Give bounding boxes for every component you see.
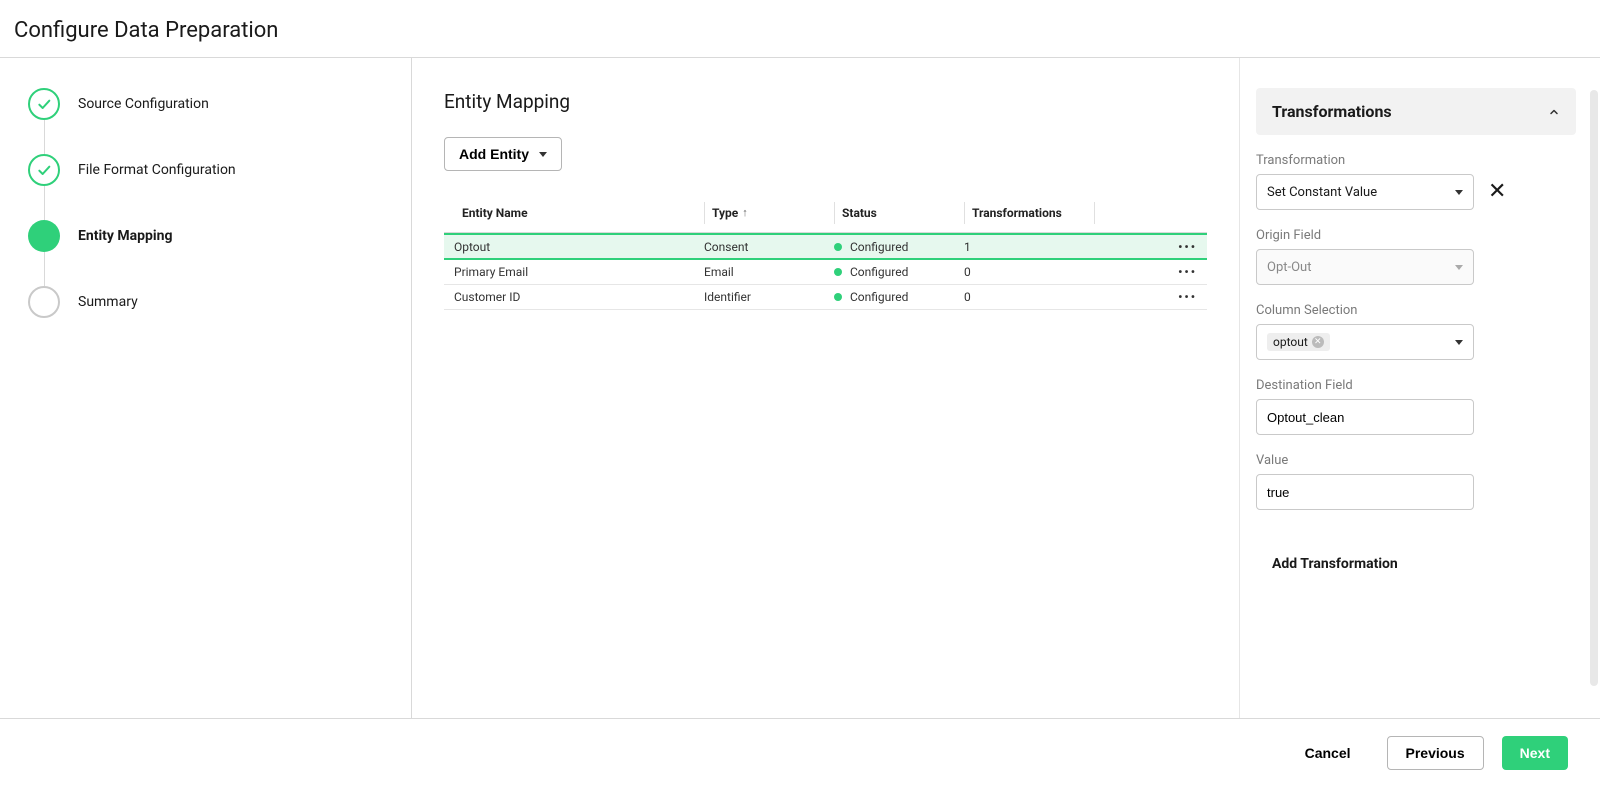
column-chip-label: optout xyxy=(1273,335,1308,349)
cell-status: Configured xyxy=(834,290,964,304)
value-label: Value xyxy=(1256,453,1576,468)
cell-type: Identifier xyxy=(704,290,834,304)
current-step-icon xyxy=(28,220,60,252)
table-row[interactable]: Customer ID Identifier Configured 0 ••• xyxy=(444,285,1207,310)
origin-field-value: Opt-Out xyxy=(1267,260,1311,275)
cell-status: Configured xyxy=(834,240,964,254)
col-type-label: Type xyxy=(712,206,738,220)
column-selection-input[interactable]: optout ✕ xyxy=(1256,324,1474,360)
previous-button[interactable]: Previous xyxy=(1387,736,1484,770)
col-type[interactable]: Type ↑ xyxy=(704,206,834,220)
transformations-panel: Transformations Transformation Set Const… xyxy=(1240,58,1600,718)
value-text[interactable] xyxy=(1267,485,1463,500)
sort-asc-icon: ↑ xyxy=(742,206,748,219)
wizard-step-label: Entity Mapping xyxy=(78,228,172,244)
transformation-select[interactable]: Set Constant Value xyxy=(1256,174,1474,210)
pending-step-icon xyxy=(28,286,60,318)
cell-entity-name: Primary Email xyxy=(454,265,704,279)
cell-type: Email xyxy=(704,265,834,279)
cell-entity-name: Optout xyxy=(454,240,704,254)
status-dot-icon xyxy=(834,268,842,276)
wizard-step-format[interactable]: File Format Configuration xyxy=(28,154,383,186)
cell-entity-name: Customer ID xyxy=(454,290,704,304)
wizard-step-label: Summary xyxy=(78,294,138,310)
caret-down-icon xyxy=(539,152,547,157)
cancel-button[interactable]: Cancel xyxy=(1287,736,1369,770)
wizard-step-label: File Format Configuration xyxy=(78,162,236,178)
check-icon xyxy=(28,154,60,186)
value-input[interactable] xyxy=(1256,474,1474,510)
status-dot-icon xyxy=(834,293,842,301)
transformation-label: Transformation xyxy=(1256,153,1576,168)
cell-type: Consent xyxy=(704,240,834,254)
entity-table: Entity Name Type ↑ Status Transformation… xyxy=(444,193,1207,310)
wizard-step-source[interactable]: Source Configuration xyxy=(28,88,383,120)
chevron-up-icon xyxy=(1548,106,1560,118)
col-status[interactable]: Status xyxy=(834,206,964,220)
row-actions-menu-icon[interactable]: ••• xyxy=(1178,240,1197,254)
origin-field-select[interactable]: Opt-Out xyxy=(1256,249,1474,285)
next-button[interactable]: Next xyxy=(1502,736,1568,770)
main-content: Entity Mapping Add Entity Entity Name Ty… xyxy=(412,58,1240,718)
wizard-connector xyxy=(44,120,45,154)
wizard-step-mapping[interactable]: Entity Mapping xyxy=(28,220,383,252)
cell-transformations: 0 xyxy=(964,265,1094,279)
destination-field-text[interactable] xyxy=(1267,410,1463,425)
main-title: Entity Mapping xyxy=(444,90,1207,113)
check-icon xyxy=(28,88,60,120)
col-entity-name[interactable]: Entity Name xyxy=(454,206,704,220)
wizard-step-label: Source Configuration xyxy=(78,96,209,112)
table-row[interactable]: Optout Consent Configured 1 ••• xyxy=(444,233,1207,260)
caret-down-icon xyxy=(1455,190,1463,195)
status-dot-icon xyxy=(834,243,842,251)
panel-title: Transformations xyxy=(1272,102,1392,121)
page-title: Configure Data Preparation xyxy=(0,0,1600,58)
col-transformations[interactable]: Transformations xyxy=(964,206,1094,220)
row-actions-menu-icon[interactable]: ••• xyxy=(1178,290,1197,304)
scrollbar[interactable] xyxy=(1590,90,1598,686)
cell-transformations: 1 xyxy=(964,240,1094,254)
caret-down-icon xyxy=(1455,340,1463,345)
wizard-connector xyxy=(44,252,45,286)
wizard-sidebar: Source Configuration File Format Configu… xyxy=(0,58,412,718)
column-selection-label: Column Selection xyxy=(1256,303,1576,318)
transformation-value: Set Constant Value xyxy=(1267,185,1377,200)
footer: Cancel Previous Next xyxy=(0,718,1600,786)
origin-field-label: Origin Field xyxy=(1256,228,1576,243)
row-actions-menu-icon[interactable]: ••• xyxy=(1178,265,1197,279)
caret-down-icon xyxy=(1455,265,1463,270)
cell-transformations: 0 xyxy=(964,290,1094,304)
table-header: Entity Name Type ↑ Status Transformation… xyxy=(444,193,1207,233)
transformations-panel-header[interactable]: Transformations xyxy=(1256,88,1576,135)
column-chip[interactable]: optout ✕ xyxy=(1267,333,1330,351)
destination-field-label: Destination Field xyxy=(1256,378,1576,393)
destination-field-input[interactable] xyxy=(1256,399,1474,435)
remove-transformation-icon[interactable]: ✕ xyxy=(1488,181,1506,203)
table-row[interactable]: Primary Email Email Configured 0 ••• xyxy=(444,260,1207,285)
add-transformation-button[interactable]: Add Transformation xyxy=(1272,556,1576,572)
add-entity-button[interactable]: Add Entity xyxy=(444,137,562,171)
add-entity-label: Add Entity xyxy=(459,146,529,162)
wizard-step-summary[interactable]: Summary xyxy=(28,286,383,318)
cell-status: Configured xyxy=(834,265,964,279)
chip-remove-icon[interactable]: ✕ xyxy=(1312,336,1324,348)
wizard-connector xyxy=(44,186,45,220)
